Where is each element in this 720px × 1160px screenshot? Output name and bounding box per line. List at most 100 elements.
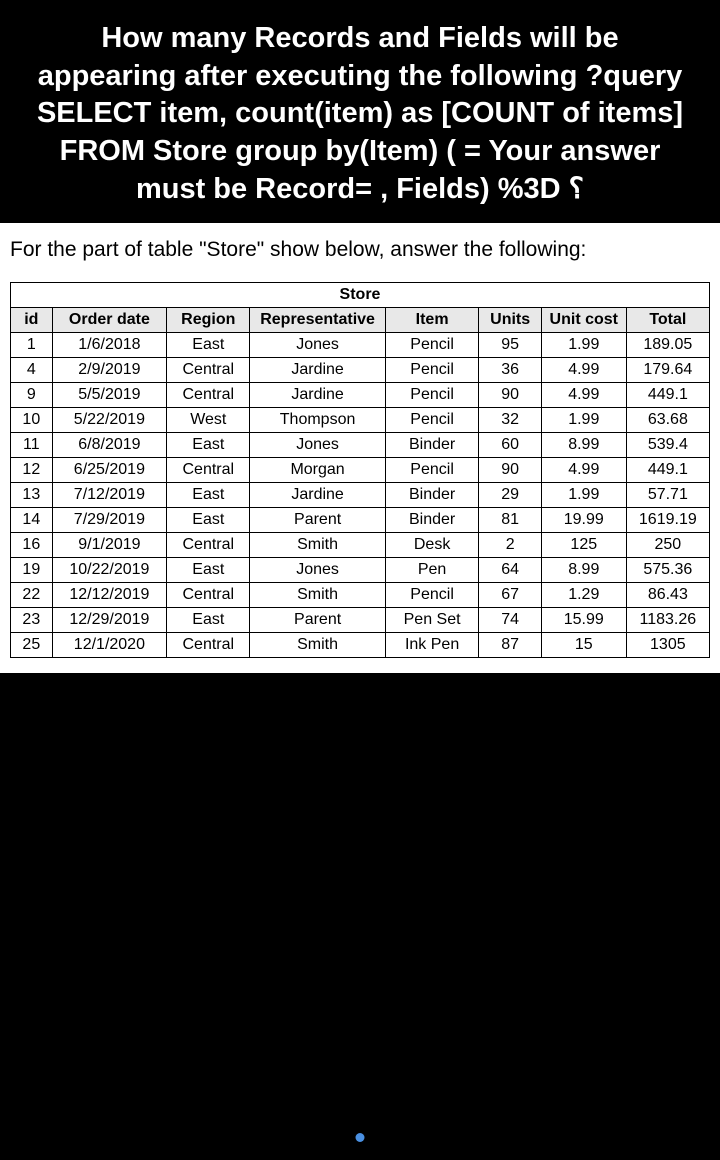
table-cell: 8.99 [541,558,626,583]
question-text: How many Records and Fields will be appe… [0,0,720,223]
table-row: 147/29/2019EastParentBinder8119.991619.1… [11,508,710,533]
table-cell: Central [167,583,250,608]
table-cell: Jones [250,433,385,458]
table-cell: Pencil [385,408,479,433]
table-cell: Central [167,358,250,383]
table-cell: Pencil [385,333,479,358]
header-item: Item [385,308,479,333]
table-cell: 25 [11,633,53,658]
store-table: Store id Order date Region Representativ… [10,282,710,658]
page-indicator-icon [356,1133,365,1142]
table-cell: East [167,608,250,633]
table-cell: Thompson [250,408,385,433]
table-cell: 64 [479,558,541,583]
table-row: 126/25/2019CentralMorganPencil904.99449.… [11,458,710,483]
content-section: For the part of table "Store" show below… [0,223,720,673]
table-cell: 67 [479,583,541,608]
table-cell: 2/9/2019 [52,358,167,383]
table-cell: Binder [385,433,479,458]
table-cell: 10 [11,408,53,433]
table-cell: 29 [479,483,541,508]
table-cell: 1305 [626,633,709,658]
table-cell: Morgan [250,458,385,483]
table-cell: Pencil [385,583,479,608]
header-order-date: Order date [52,308,167,333]
table-cell: Binder [385,483,479,508]
table-cell: Parent [250,508,385,533]
table-cell: 1.29 [541,583,626,608]
table-cell: East [167,558,250,583]
table-cell: Pencil [385,458,479,483]
table-cell: 19.99 [541,508,626,533]
table-cell: Smith [250,583,385,608]
table-cell: 1619.19 [626,508,709,533]
table-title: Store [11,283,710,308]
table-cell: 12/1/2020 [52,633,167,658]
table-cell: 9/1/2019 [52,533,167,558]
table-row: 137/12/2019EastJardineBinder291.9957.71 [11,483,710,508]
table-cell: Pencil [385,383,479,408]
table-cell: East [167,508,250,533]
table-cell: 90 [479,458,541,483]
table-cell: 9 [11,383,53,408]
table-row: 11/6/2018EastJonesPencil951.99189.05 [11,333,710,358]
table-cell: 539.4 [626,433,709,458]
table-cell: 250 [626,533,709,558]
table-row: 116/8/2019EastJonesBinder608.99539.4 [11,433,710,458]
table-cell: 5/22/2019 [52,408,167,433]
table-cell: 179.64 [626,358,709,383]
table-cell: Desk [385,533,479,558]
table-cell: Central [167,383,250,408]
table-cell: Central [167,533,250,558]
table-cell: 63.68 [626,408,709,433]
table-cell: East [167,483,250,508]
table-cell: 12/12/2019 [52,583,167,608]
table-cell: 4.99 [541,383,626,408]
table-cell: 15.99 [541,608,626,633]
table-cell: 36 [479,358,541,383]
table-cell: East [167,333,250,358]
table-cell: Jardine [250,383,385,408]
table-cell: 1.99 [541,483,626,508]
table-cell: 32 [479,408,541,433]
table-cell: 11 [11,433,53,458]
table-cell: 19 [11,558,53,583]
table-cell: Jones [250,558,385,583]
table-cell: Smith [250,633,385,658]
table-cell: 10/22/2019 [52,558,167,583]
table-cell: 13 [11,483,53,508]
table-cell: 1183.26 [626,608,709,633]
table-cell: 74 [479,608,541,633]
table-cell: Pen Set [385,608,479,633]
table-row: 105/22/2019WestThompsonPencil321.9963.68 [11,408,710,433]
table-cell: 189.05 [626,333,709,358]
table-cell: 6/8/2019 [52,433,167,458]
table-cell: East [167,433,250,458]
table-cell: Central [167,458,250,483]
header-units: Units [479,308,541,333]
table-row: 95/5/2019CentralJardinePencil904.99449.1 [11,383,710,408]
instruction-text: For the part of table "Store" show below… [10,233,710,282]
table-cell: 95 [479,333,541,358]
table-cell: Smith [250,533,385,558]
table-cell: West [167,408,250,433]
table-cell: Binder [385,508,479,533]
table-cell: Pen [385,558,479,583]
table-cell: 7/12/2019 [52,483,167,508]
table-cell: Parent [250,608,385,633]
table-cell: 15 [541,633,626,658]
table-cell: Ink Pen [385,633,479,658]
table-cell: Pencil [385,358,479,383]
table-row: 2312/29/2019EastParentPen Set7415.991183… [11,608,710,633]
header-region: Region [167,308,250,333]
table-cell: 2 [479,533,541,558]
table-cell: 90 [479,383,541,408]
table-cell: Jardine [250,483,385,508]
table-cell: 87 [479,633,541,658]
table-cell: 4 [11,358,53,383]
table-cell: 22 [11,583,53,608]
table-cell: 23 [11,608,53,633]
table-cell: 57.71 [626,483,709,508]
table-row: 2512/1/2020CentralSmithInk Pen87151305 [11,633,710,658]
table-cell: 12 [11,458,53,483]
